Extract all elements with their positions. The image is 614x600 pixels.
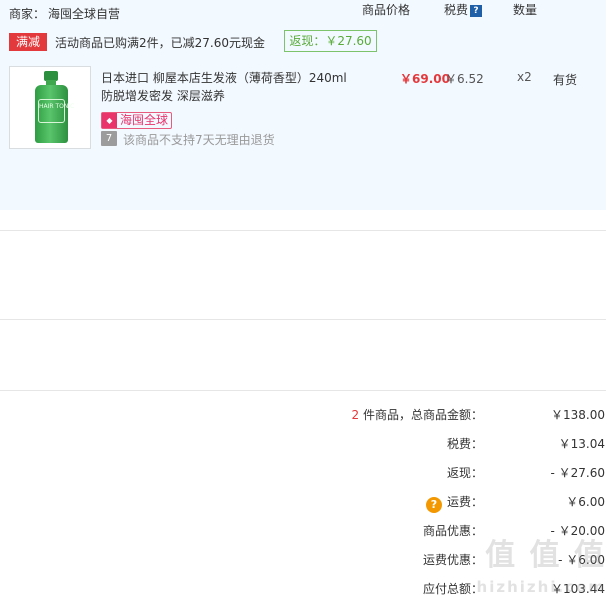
bottle-body-shape: HAIR TONIC xyxy=(35,85,74,143)
divider xyxy=(0,390,606,391)
rebate-badge: 返现：￥27.60 xyxy=(284,30,377,52)
column-header-tax: 税费? xyxy=(444,1,483,18)
product-title[interactable]: 日本进口 柳屋本店生发液（薄荷香型）240ml xyxy=(101,69,347,87)
tax-help-icon[interactable]: ? xyxy=(470,5,483,17)
summary-rebate-value: - ￥27.60 xyxy=(550,466,606,480)
summary-rebate-label: 返现： xyxy=(446,466,483,480)
watermark-logo: 值 值 值 xyxy=(485,538,606,573)
product-tax: ￥6.52 xyxy=(445,72,484,86)
promo-tag: 满减 xyxy=(9,33,47,51)
summary-shipping-discount-label: 运费优惠： xyxy=(422,553,483,567)
product-thumbnail[interactable]: HAIR TONIC xyxy=(9,66,91,149)
summary-tax-label: 税费： xyxy=(446,437,483,451)
merchant-label: 商家： xyxy=(9,7,46,21)
no-return-text: 该商品不支持7天无理由退货 xyxy=(123,133,275,147)
promo-text: 活动商品已购满2件，已减27.60元现金 xyxy=(55,36,265,50)
shipping-help-icon[interactable]: ? xyxy=(425,497,442,513)
summary-discount-label: 商品优惠： xyxy=(422,524,483,538)
column-header-price: 商品价格 xyxy=(362,3,411,17)
summary-shipping-value: ￥6.00 xyxy=(566,495,605,509)
divider xyxy=(0,230,606,231)
global-store-label: 海囤全球 xyxy=(120,113,169,127)
summary-total-value: ￥138.00 xyxy=(551,408,605,422)
product-quantity: x2 xyxy=(517,70,532,84)
summary-total-label: 2 件商品，总商品金额： xyxy=(351,408,483,422)
no-return-icon: 7 xyxy=(101,131,117,146)
product-subtitle[interactable]: 防脱增发密发 深层滋养 xyxy=(101,87,225,105)
shop-icon: ◆ xyxy=(102,113,117,128)
merchant-name[interactable]: 海囤全球自营 xyxy=(48,5,120,22)
summary-tax-value: ￥13.04 xyxy=(558,437,605,451)
summary-payable-label: 应付总额： xyxy=(422,582,483,596)
product-price: ￥69.00 xyxy=(400,72,450,86)
stock-status: 有货 xyxy=(553,73,578,87)
divider xyxy=(0,319,606,320)
column-header-qty: 数量 xyxy=(513,3,538,17)
watermark-url: hizhizhi.com xyxy=(476,578,606,596)
bottle-label: HAIR TONIC xyxy=(38,99,74,123)
global-store-badge: ◆ 海囤全球 xyxy=(101,112,173,129)
summary-shipping-label: ? 运费： xyxy=(425,493,483,513)
